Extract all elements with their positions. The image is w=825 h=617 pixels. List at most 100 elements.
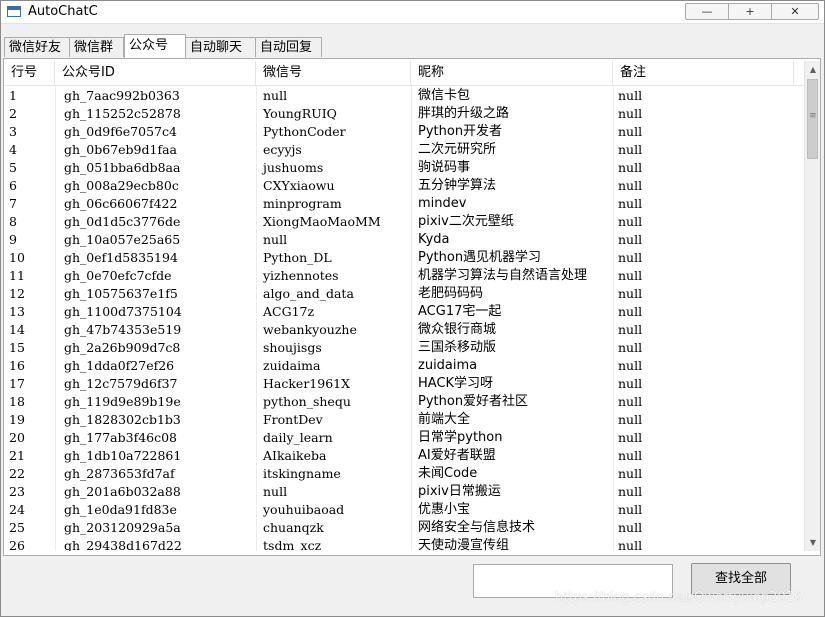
table-row[interactable]: 3 gh_0d9f6e7057c4 PythonCoder Python开发者 null	[4, 123, 804, 141]
table-cell: 26	[9, 538, 25, 551]
table-row[interactable]: 25 gh_203120929a5a chuanqzk 网络安全与信息技术 null	[4, 519, 804, 537]
tab-official-accounts[interactable]: 公众号	[124, 34, 186, 58]
table-row[interactable]: 15 gh_2a26b909d7c8 shoujisgs 三国杀移动版 null	[4, 339, 804, 357]
table-cell: 20	[9, 430, 25, 445]
table-cell: mindev	[418, 196, 467, 211]
tab-label: 微信好友	[9, 40, 62, 55]
table-cell: gh_1db10a722861	[64, 448, 182, 463]
tab-label: 公众号	[129, 38, 169, 53]
table-row[interactable]: 5 gh_051bba6db8aa jushuoms 驹说码事 null	[4, 159, 804, 177]
header-wechat-id[interactable]: 微信号	[256, 61, 411, 85]
table-cell: PythonCoder	[263, 124, 346, 139]
table-row[interactable]: 21 gh_1db10a722861 AIkaikeba AI爱好者联盟 null	[4, 447, 804, 465]
header-row-number[interactable]: 行号	[4, 61, 55, 85]
minimize-button[interactable]: —	[685, 3, 729, 20]
table-cell: null	[618, 448, 643, 463]
table-cell: 6	[9, 178, 17, 193]
table-row[interactable]: 19 gh_1828302cb1b3 FrontDev 前端大全 null	[4, 411, 804, 429]
table-cell: null	[618, 196, 643, 211]
table-cell: gh_008a29ecb80c	[64, 178, 179, 193]
title-bar[interactable]: AutoChatC — + ✕	[1, 1, 824, 24]
table-cell: 13	[9, 304, 25, 319]
table-row[interactable]: 12 gh_10575637e1f5 algo_and_data 老肥码码码 null	[4, 285, 804, 303]
header-remark[interactable]: 备注	[613, 61, 794, 85]
table-row[interactable]: 24 gh_1e0da91fd83e youhuibaoad 优惠小宝 null	[4, 501, 804, 519]
tab-wechat-groups[interactable]: 微信群	[69, 37, 124, 57]
table-cell: gh_29438d167d22	[64, 538, 182, 551]
table-row[interactable]: 10 gh_0ef1d5835194 Python_DL Python遇见机器学习 nu…	[4, 249, 804, 267]
table-cell: ACG17z	[263, 304, 315, 319]
table-cell: gh_12c7579d6f37	[64, 376, 178, 391]
maximize-icon: +	[745, 5, 755, 18]
table-cell: CXYxiaowu	[263, 178, 335, 193]
table-cell: 未闻Code	[418, 466, 478, 481]
app-window-icon	[7, 6, 21, 17]
table-row[interactable]: 22 gh_2873653fd7af itskingname 未闻Code null	[4, 465, 804, 483]
table-row[interactable]: 14 gh_47b74353e519 webankyouzhe 微众银行商城 null	[4, 321, 804, 339]
table-cell: gh_119d9e89b19e	[64, 394, 181, 409]
table-cell: gh_0b67eb9d1faa	[64, 142, 178, 157]
tab-auto-reply[interactable]: 自动回复	[255, 37, 322, 57]
table-cell: XiongMaoMaoMM	[263, 214, 381, 229]
scroll-up-icon[interactable]: ▲	[805, 61, 821, 78]
vertical-scrollbar[interactable]: ▲ ▼	[804, 61, 820, 551]
table-cell: daily_learn	[263, 430, 333, 445]
table-cell: null	[618, 250, 643, 265]
close-button[interactable]: ✕	[771, 3, 819, 20]
table-cell: null	[618, 142, 643, 157]
scroll-down-icon[interactable]: ▼	[805, 534, 821, 551]
table-row[interactable]: 9 gh_10a057e25a65 null Kyda null	[4, 231, 804, 249]
table-row[interactable]: 2 gh_115252c52878 YoungRUIQ 胖琪的升级之路 null	[4, 105, 804, 123]
table-cell: null	[618, 502, 643, 517]
table-cell: 老肥码码码	[418, 286, 484, 301]
table-cell: zuidaima	[263, 358, 321, 373]
tab-wechat-friends[interactable]: 微信好友	[4, 37, 70, 57]
header-nickname[interactable]: 昵称	[411, 61, 613, 85]
table-row[interactable]: 7 gh_06c66067f422 minprogram mindev null	[4, 195, 804, 213]
table-cell: minprogram	[263, 196, 342, 211]
table-cell: null	[618, 376, 643, 391]
table-cell: gh_1100d7375104	[64, 304, 182, 319]
table-row[interactable]: 20 gh_177ab3f46c08 daily_learn 日常学python nul…	[4, 429, 804, 447]
scroll-thumb[interactable]	[807, 79, 818, 159]
table-cell: null	[618, 304, 643, 319]
table-cell: 22	[9, 466, 25, 481]
table-cell: 8	[9, 214, 17, 229]
table-cell: 微信卡包	[418, 88, 471, 103]
table-cell: python_shequ	[263, 394, 351, 409]
maximize-button[interactable]: +	[728, 3, 772, 20]
table-row[interactable]: 26 gh_29438d167d22 tsdm_xcz 天使动漫宣传组 null	[4, 537, 804, 551]
table-row[interactable]: 4 gh_0b67eb9d1faa ecyyjs 二次元研究所 null	[4, 141, 804, 159]
table-cell: null	[618, 286, 643, 301]
table-cell: Hacker1961X	[263, 376, 351, 391]
table-body: 1 gh_7aac992b0363 null 微信卡包 null 2 gh_115252c5…	[4, 87, 804, 551]
table-header: 行号 公众号ID 微信号 昵称 备注	[4, 61, 804, 86]
table-row[interactable]: 17 gh_12c7579d6f37 Hacker1961X HACK学习呀 null	[4, 375, 804, 393]
table-cell: gh_10a057e25a65	[64, 232, 181, 247]
table-cell: 24	[9, 502, 25, 517]
table-cell: 18	[9, 394, 25, 409]
table-cell: chuanqzk	[263, 520, 324, 535]
tab-auto-chat[interactable]: 自动聊天	[185, 37, 256, 57]
table-cell: 前端大全	[418, 412, 471, 427]
table-row[interactable]: 23 gh_201a6b032a88 null pixiv日常搬运 null	[4, 483, 804, 501]
table-cell: zuidaima	[418, 358, 478, 373]
table-cell: ACG17宅一起	[418, 304, 502, 319]
table-row[interactable]: 11 gh_0e70efc7cfde yizhennotes 机器学习算法与自然语言处…	[4, 267, 804, 285]
table-cell: 天使动漫宣传组	[418, 538, 510, 551]
header-account-id[interactable]: 公众号ID	[55, 61, 256, 85]
table-row[interactable]: 8 gh_0d1d5c3776de XiongMaoMaoMM pixiv二次元壁纸 n…	[4, 213, 804, 231]
table-cell: Python遇见机器学习	[418, 250, 542, 265]
table-row[interactable]: 13 gh_1100d7375104 ACG17z ACG17宅一起 null	[4, 303, 804, 321]
table-cell: gh_2873653fd7af	[64, 466, 175, 481]
table-row[interactable]: 18 gh_119d9e89b19e python_shequ Python爱好者社区…	[4, 393, 804, 411]
table-row[interactable]: 1 gh_7aac992b0363 null 微信卡包 null	[4, 87, 804, 105]
table-cell: 1	[9, 88, 17, 103]
watermark: https://blog.csdn.net/Qwertyuiop2016	[555, 590, 803, 605]
table-row[interactable]: 16 gh_1dda0f27ef26 zuidaima zuidaima null	[4, 357, 804, 375]
table-cell: Python_DL	[263, 250, 332, 265]
table-cell: gh_0d1d5c3776de	[64, 214, 181, 229]
table-cell: null	[618, 178, 643, 193]
table-row[interactable]: 6 gh_008a29ecb80c CXYxiaowu 五分钟学算法 null	[4, 177, 804, 195]
table-cell: 11	[9, 268, 25, 283]
